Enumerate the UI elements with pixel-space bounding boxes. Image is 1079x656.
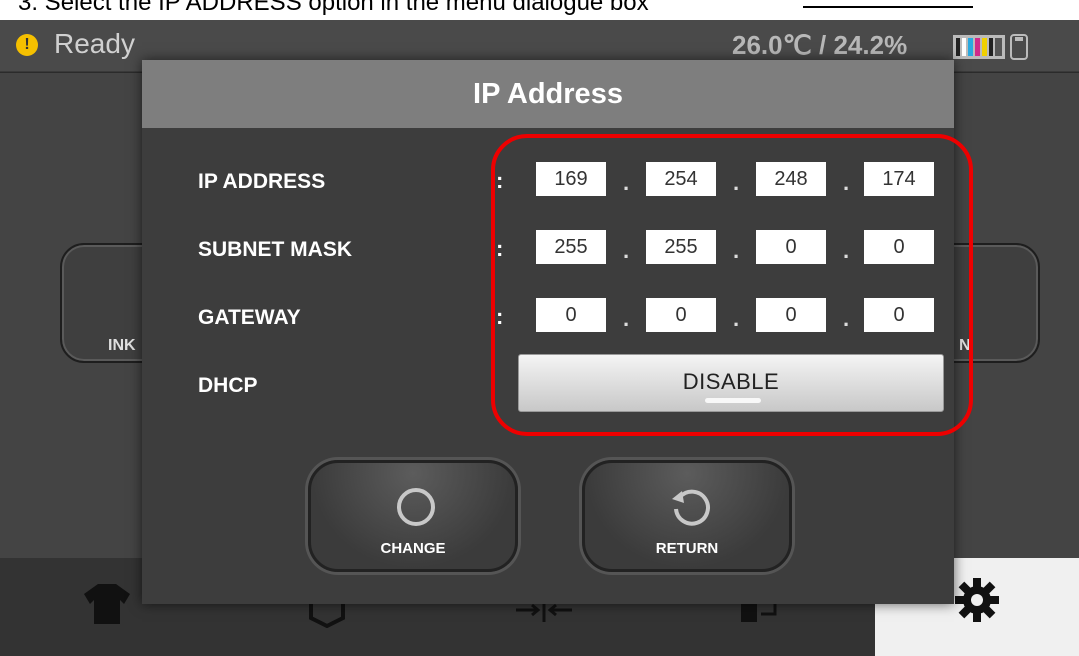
temperature-humidity: 26.0℃ / 24.2% (732, 30, 908, 60)
instruction-strip: 3. Select the IP ADDRESS option in the m… (0, 0, 1079, 20)
change-button-label: CHANGE (380, 540, 446, 557)
warning-icon: ! (16, 34, 38, 56)
return-icon (672, 489, 710, 526)
subnet-mask-label: SUBNET MASK (198, 238, 353, 261)
instruction-underline (803, 2, 973, 8)
ink-button-label: INK (108, 337, 136, 354)
instruction-text: 3. Select the IP ADDRESS option in the m… (18, 0, 649, 16)
highlight-annotation (491, 134, 973, 436)
return-button-label: RETURN (655, 540, 719, 557)
tshirt-icon (84, 584, 130, 624)
dialog-header: IP Address (142, 60, 954, 128)
ip-address-label: IP ADDRESS (198, 170, 326, 193)
gear-icon (955, 578, 999, 622)
status-text: Ready (54, 28, 135, 59)
gateway-label: GATEWAY (198, 306, 301, 329)
circle-icon (397, 488, 435, 526)
dialog-title: IP Address (473, 78, 623, 110)
change-button[interactable]: CHANGE (308, 460, 518, 572)
return-button[interactable]: RETURN (582, 460, 792, 572)
ink-level-icon (953, 34, 1028, 60)
dhcp-label: DHCP (198, 374, 258, 397)
